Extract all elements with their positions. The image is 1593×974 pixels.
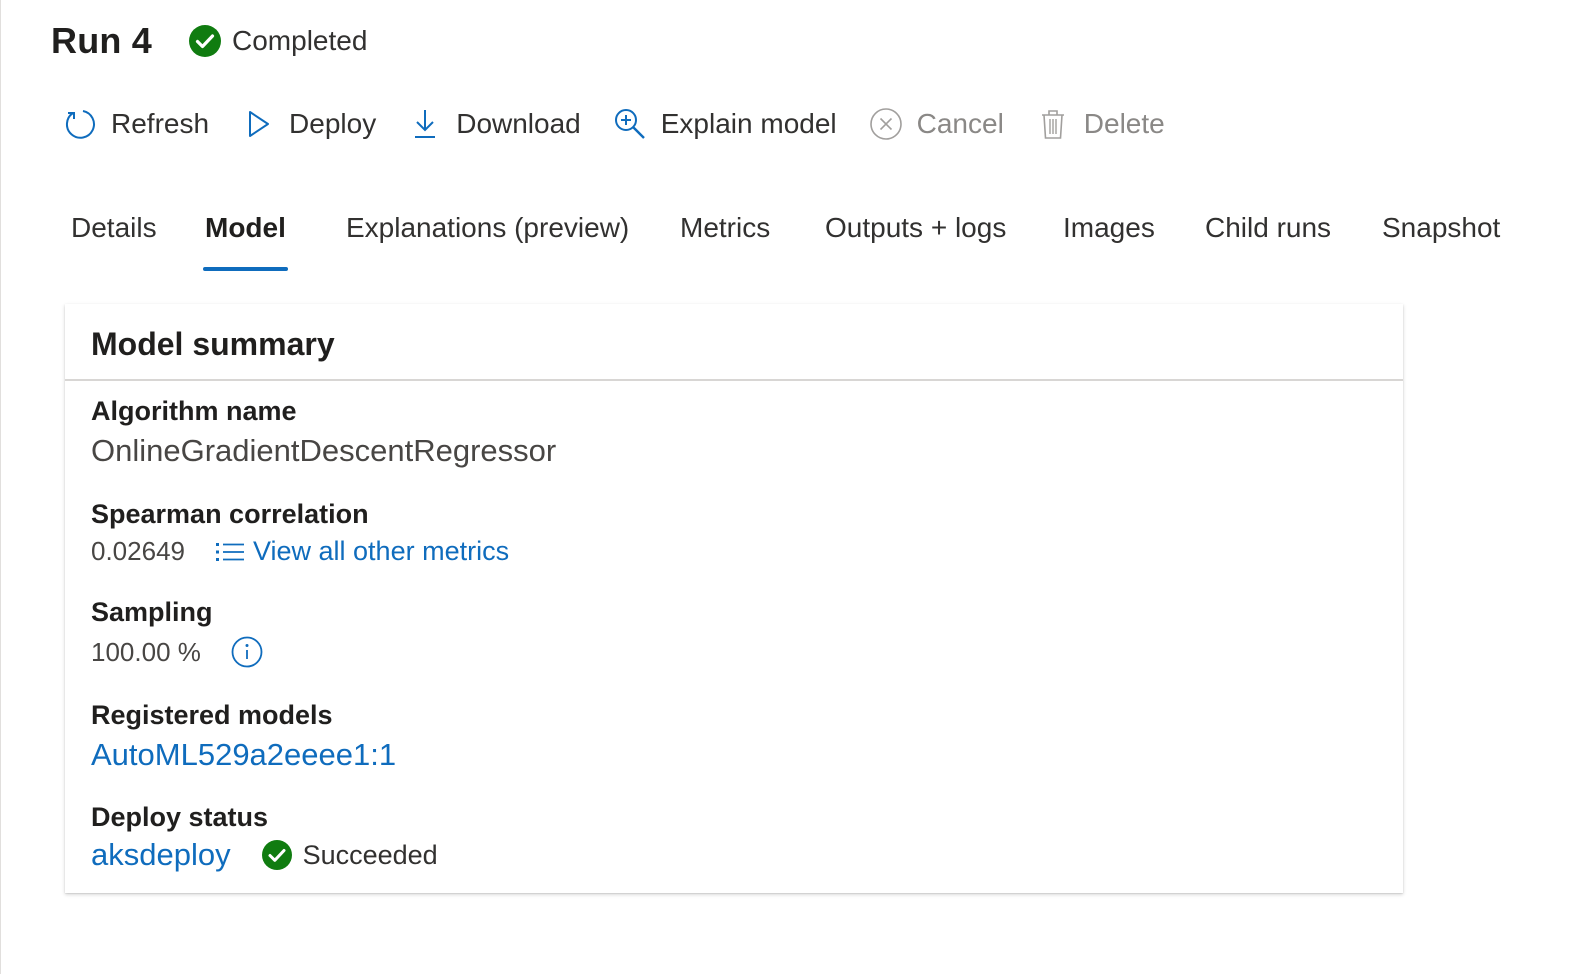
deploy-status-field: Deploy status aksdeploy Succeeded xyxy=(91,802,438,873)
spearman-field: Spearman correlation 0.02649 View all ot… xyxy=(91,499,509,567)
spearman-value: 0.02649 xyxy=(91,536,185,566)
download-label: Download xyxy=(456,108,581,139)
tab-metrics[interactable]: Metrics xyxy=(680,205,770,271)
refresh-icon xyxy=(66,110,95,139)
sampling-label: Sampling xyxy=(91,597,213,627)
algorithm-label: Algorithm name xyxy=(91,396,297,426)
cancel-circle-icon xyxy=(869,108,902,140)
refresh-button[interactable]: Refresh xyxy=(63,100,209,148)
sampling-value: 100.00 % xyxy=(91,636,201,667)
explain-model-label: Explain model xyxy=(660,108,837,139)
refresh-label: Refresh xyxy=(111,108,210,139)
model-summary-card: Model summary Algorithm name OnlineGradi… xyxy=(65,304,1403,893)
tab-images[interactable]: Images xyxy=(1063,205,1155,271)
cancel-button[interactable]: Cancel xyxy=(869,100,1004,148)
run-status: Completed xyxy=(188,24,367,58)
check-circle-icon xyxy=(261,840,292,870)
deployment-link[interactable]: aksdeploy xyxy=(91,837,231,873)
sampling-field: Sampling 100.00 % xyxy=(91,597,263,668)
command-bar: Refresh Deploy Download Explain model Ca… xyxy=(63,100,1197,148)
tab-explanations[interactable]: Explanations (preview) xyxy=(346,205,629,271)
registered-models-field: Registered models AutoML529a2eeee1:1 xyxy=(91,700,396,773)
deploy-button[interactable]: Deploy xyxy=(241,100,376,148)
run-details-page: Run 4 Completed Refresh Deploy Download … xyxy=(0,0,1593,974)
explain-model-button[interactable]: Explain model xyxy=(613,100,837,148)
algorithm-field: Algorithm name OnlineGradientDescentRegr… xyxy=(91,396,556,469)
status-text: Completed xyxy=(232,25,368,56)
trash-icon xyxy=(1041,110,1064,139)
algorithm-value: OnlineGradientDescentRegressor xyxy=(91,433,557,468)
tab-details[interactable]: Details xyxy=(71,205,157,271)
view-all-metrics-text: View all other metrics xyxy=(252,536,510,566)
deploy-succeeded-status: Succeeded xyxy=(261,839,438,871)
card-title: Model summary xyxy=(65,304,1403,381)
delete-button[interactable]: Delete xyxy=(1036,100,1165,148)
download-button[interactable]: Download xyxy=(408,100,581,148)
run-header: Run 4 Completed xyxy=(51,20,367,62)
run-title: Run 4 xyxy=(51,20,153,61)
zoom-in-icon xyxy=(614,109,645,139)
deploy-status-text: Succeeded xyxy=(302,839,438,870)
spearman-label: Spearman correlation xyxy=(91,499,369,529)
cancel-label: Cancel xyxy=(916,108,1004,139)
check-circle-icon xyxy=(189,25,222,57)
bullet-list-icon xyxy=(215,542,244,561)
registered-model-link[interactable]: AutoML529a2eeee1:1 xyxy=(91,737,396,773)
tab-outputs-logs[interactable]: Outputs + logs xyxy=(825,205,1006,271)
tab-snapshot[interactable]: Snapshot xyxy=(1382,205,1500,271)
info-icon[interactable] xyxy=(231,636,263,668)
play-icon xyxy=(249,111,270,137)
tab-model[interactable]: Model xyxy=(203,205,288,271)
view-all-metrics-link[interactable]: View all other metrics xyxy=(215,536,509,567)
delete-label: Delete xyxy=(1083,108,1165,139)
download-icon xyxy=(415,110,436,138)
deploy-label: Deploy xyxy=(289,108,377,139)
tab-child-runs[interactable]: Child runs xyxy=(1205,205,1331,271)
registered-models-label: Registered models xyxy=(91,700,333,730)
deploy-status-label: Deploy status xyxy=(91,802,269,832)
